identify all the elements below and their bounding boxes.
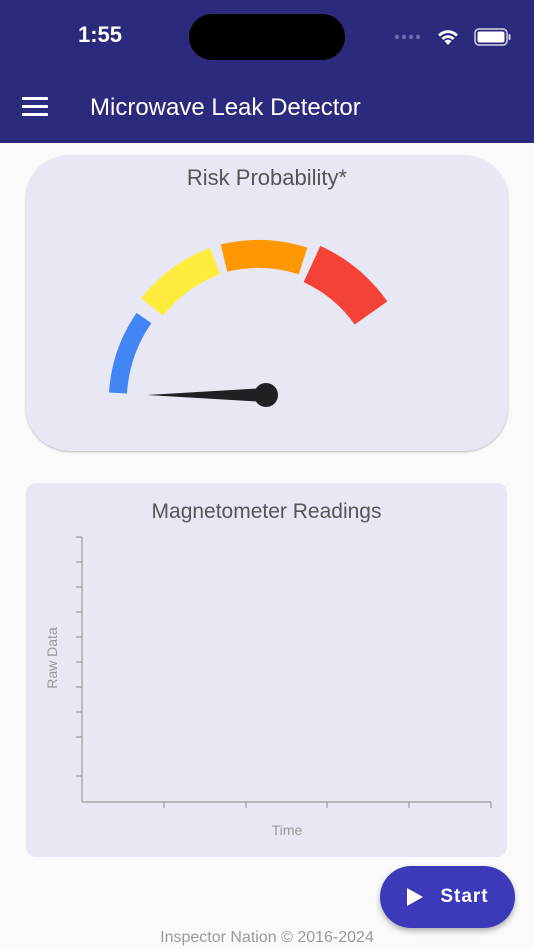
status-time: 1:55 [78, 22, 123, 47]
start-button-label: Start [440, 886, 489, 907]
footer-copyright: Inspector Nation © 2016-2024 [160, 929, 374, 946]
gauge-segment-yellow [141, 247, 221, 317]
play-icon [407, 888, 424, 906]
gauge-segment-red [303, 245, 388, 326]
gauge-segment-orange [220, 240, 308, 275]
y-axis-label: Raw Data [44, 627, 60, 689]
app-bar: 1:55 Microwave Leak Detector [0, 0, 534, 143]
gauge-segment-blue [109, 312, 152, 394]
status-icons [394, 24, 512, 50]
risk-probability-card: Risk Probability* [26, 155, 508, 451]
cellular-signal-icon [394, 34, 421, 40]
magnetometer-card: Magnetometer Readings [26, 483, 507, 857]
gauge-needle-hub [254, 383, 278, 407]
app-title: Microwave Leak Detector [90, 94, 361, 121]
risk-gauge [109, 240, 388, 407]
wifi-icon [438, 30, 458, 45]
magnetometer-title: Magnetometer Readings [151, 500, 382, 523]
hamburger-menu-icon[interactable] [22, 97, 48, 119]
gauge-needle [147, 388, 266, 402]
dynamic-island [189, 14, 345, 60]
x-axis-label: Time [271, 822, 303, 838]
start-button[interactable]: Start [380, 866, 515, 928]
battery-icon [474, 28, 511, 46]
